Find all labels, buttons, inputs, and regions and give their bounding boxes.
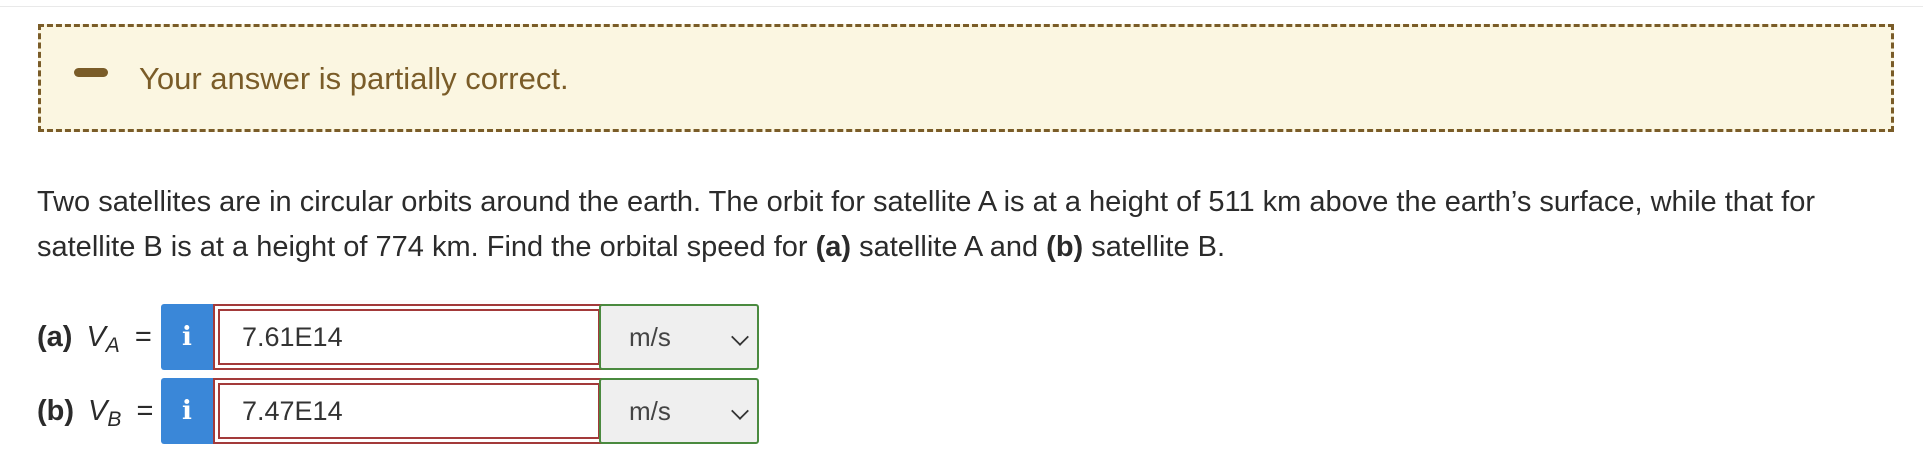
- question-text-3: satellite B.: [1083, 231, 1226, 263]
- variable-subscript: B: [107, 408, 122, 431]
- feedback-banner: Your answer is partially correct.: [38, 24, 1894, 132]
- question-part-a: (a): [815, 231, 852, 263]
- unit-select-a[interactable]: m/s: [599, 304, 759, 370]
- part-label: (a): [37, 321, 73, 353]
- answer-input-a[interactable]: 7.61E14: [213, 304, 605, 370]
- top-divider: [0, 6, 1923, 7]
- feedback-message: Your answer is partially correct.: [139, 61, 569, 96]
- equals-sign: =: [136, 395, 154, 427]
- answer-value[interactable]: 7.47E14: [218, 383, 600, 439]
- info-icon: i: [182, 396, 192, 426]
- variable-subscript: A: [105, 334, 120, 357]
- question-text: Two satellites are in circular orbits ar…: [37, 180, 1887, 270]
- equals-sign: =: [134, 321, 152, 353]
- question-text-2: satellite A and: [851, 231, 1047, 263]
- answer-value[interactable]: 7.61E14: [218, 309, 600, 365]
- minus-icon: [74, 68, 108, 77]
- answer-input-b[interactable]: 7.47E14: [213, 378, 605, 444]
- unit-select-b[interactable]: m/s: [599, 378, 759, 444]
- info-icon: i: [182, 322, 192, 352]
- question-part-b: (b): [1046, 231, 1084, 263]
- info-button[interactable]: i: [161, 378, 213, 444]
- chevron-down-icon: [731, 328, 749, 346]
- answer-label-b: (b) VB =: [37, 378, 153, 444]
- part-label: (b): [37, 395, 75, 427]
- answer-label-a: (a) VA =: [37, 304, 152, 370]
- unit-value: m/s: [629, 396, 671, 426]
- chevron-down-icon: [731, 402, 749, 420]
- info-button[interactable]: i: [161, 304, 213, 370]
- variable-name: V: [86, 321, 106, 353]
- variable-name: V: [88, 395, 108, 427]
- unit-value: m/s: [629, 322, 671, 352]
